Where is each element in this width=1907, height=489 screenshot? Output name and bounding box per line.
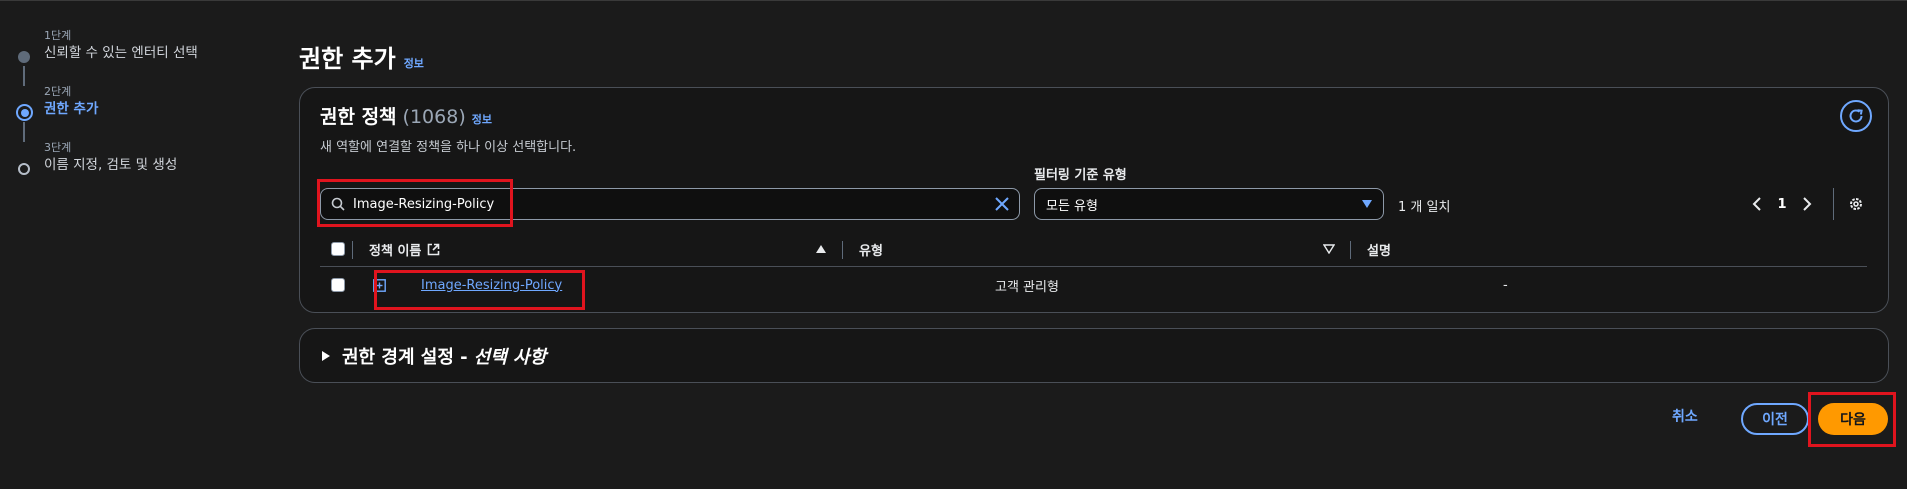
expand-triangle-icon (322, 350, 330, 361)
match-count: 1 개 일치 (1398, 200, 1451, 215)
step-3-indicator-icon (18, 163, 30, 175)
pager-divider (1833, 188, 1834, 220)
cancel-button[interactable]: 취소 (1672, 406, 1698, 426)
refresh-icon (1849, 109, 1863, 123)
close-icon (995, 197, 1009, 211)
chevron-right-icon (1803, 197, 1812, 211)
table-header: 정책 이름 유형 설명 (320, 231, 1867, 267)
filter-type-label: 필터링 기준 유형 (1034, 168, 1127, 183)
select-all-checkbox[interactable] (331, 242, 345, 256)
next-page-button[interactable] (1795, 188, 1819, 220)
column-divider (352, 241, 353, 259)
highlight-box-search (317, 179, 513, 227)
sort-ascending-icon[interactable] (815, 231, 827, 267)
page-info-link[interactable]: 정보 (404, 55, 424, 71)
external-link-icon (428, 243, 440, 255)
pagination: 1 (1745, 188, 1868, 220)
step-2-number: 2단계 (44, 85, 72, 98)
step-1-indicator-icon (18, 51, 30, 63)
column-header-policy-name-label: 정책 이름 (369, 243, 422, 259)
boundary-title: 권한 경계 설정 - (342, 346, 468, 368)
step-1[interactable]: 1단계 신뢰할 수 있는 엔터티 선택 (14, 29, 274, 86)
policy-count: (1068) (402, 106, 466, 128)
wizard-steps: 1단계 신뢰할 수 있는 엔터티 선택 2단계 권한 추가 3단계 이름 지정,… (14, 29, 274, 197)
preferences-button[interactable] (1844, 188, 1868, 220)
sort-indicator-icon[interactable] (1323, 231, 1335, 267)
step-3[interactable]: 3단계 이름 지정, 검토 및 생성 (14, 141, 274, 197)
step-3-number: 3단계 (44, 141, 72, 154)
column-header-type[interactable]: 유형 (859, 231, 883, 267)
column-divider (1350, 241, 1351, 259)
row-checkbox[interactable] (331, 278, 345, 292)
highlight-box-next (1808, 392, 1896, 447)
highlight-box-policy (374, 270, 585, 310)
policy-description-cell: - (1503, 277, 1508, 293)
previous-button[interactable]: 이전 (1741, 403, 1809, 435)
column-header-policy-name[interactable]: 정책 이름 (369, 231, 440, 267)
gear-icon (1850, 198, 1862, 210)
row-select-cell (331, 267, 345, 303)
permissions-boundary-section[interactable]: 권한 경계 설정 - 선택 사항 (299, 328, 1889, 383)
step-connector (23, 66, 25, 86)
column-divider (842, 241, 843, 259)
step-2-indicator-icon (16, 104, 33, 121)
panel-description: 새 역할에 연결할 정책을 하나 이상 선택합니다. (320, 140, 577, 155)
filter-type-value: 모든 유형 (1046, 198, 1098, 214)
select-all-cell (331, 231, 345, 267)
filter-type-select[interactable]: 모든 유형 (1034, 188, 1384, 220)
previous-page-button[interactable] (1745, 188, 1769, 220)
boundary-optional-label: 선택 사항 (473, 346, 547, 368)
panel-header: 권한 정책 (1068) 정보 (320, 102, 492, 129)
step-3-label: 이름 지정, 검토 및 생성 (44, 157, 178, 173)
clear-search-button[interactable] (993, 195, 1011, 217)
step-1-number: 1단계 (44, 29, 72, 42)
page-title: 권한 추가 (299, 45, 396, 73)
caret-down-icon (1362, 200, 1372, 208)
page-header: 권한 추가 정보 (299, 39, 424, 74)
panel-title: 권한 정책 (320, 106, 397, 128)
policy-type-cell: 고객 관리형 (995, 279, 1059, 295)
step-2[interactable]: 2단계 권한 추가 (14, 85, 274, 142)
step-connector (23, 122, 25, 142)
step-2-label: 권한 추가 (44, 101, 99, 117)
panel-info-link[interactable]: 정보 (472, 111, 492, 127)
current-page[interactable]: 1 (1769, 197, 1795, 212)
step-1-label: 신뢰할 수 있는 엔터티 선택 (44, 45, 198, 61)
refresh-button[interactable] (1840, 100, 1872, 132)
column-header-description[interactable]: 설명 (1367, 231, 1391, 267)
chevron-left-icon (1752, 197, 1761, 211)
